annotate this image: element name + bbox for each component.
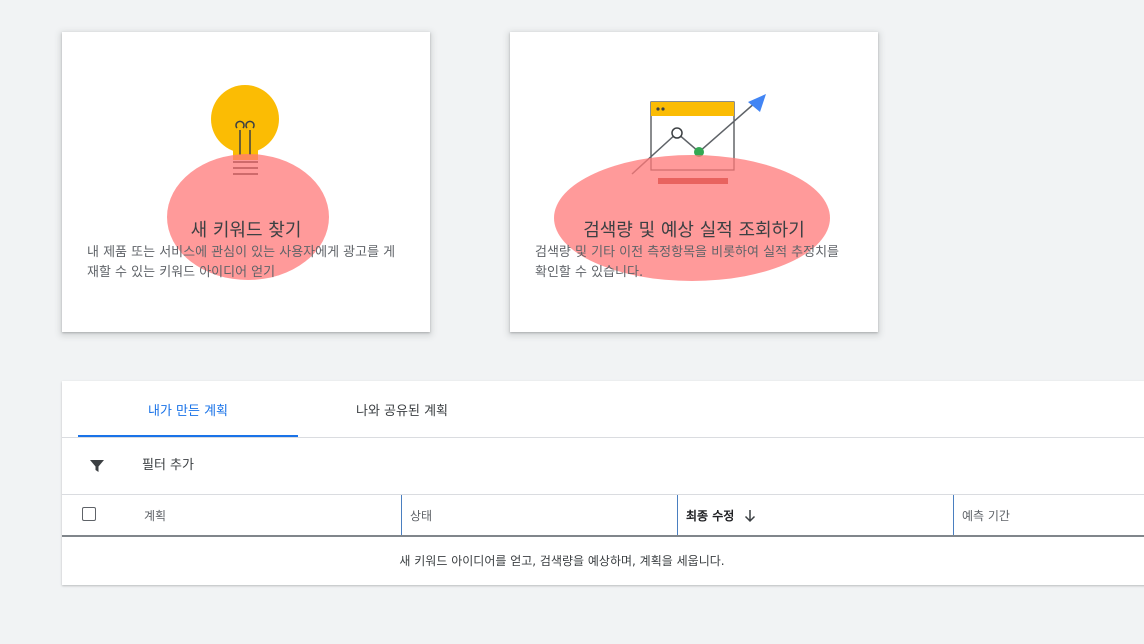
column-divider	[953, 495, 954, 535]
add-filter-button[interactable]: 필터 추가	[142, 438, 194, 494]
find-keywords-card[interactable]: 새 키워드 찾기 내 제품 또는 서비스에 관심이 있는 사용자에게 광고를 게…	[62, 32, 430, 332]
column-divider	[401, 495, 402, 535]
filter-bar: 필터 추가	[62, 438, 1144, 495]
column-forecast-period[interactable]: 예측 기간	[962, 495, 1010, 535]
column-status[interactable]: 상태	[410, 495, 432, 535]
table-header: 계획 상태 최종 수정 예측 기간	[62, 495, 1144, 537]
tab-my-plans[interactable]: 내가 만든 계획	[78, 381, 298, 437]
plans-panel: 내가 만든 계획 나와 공유된 계획 필터 추가 계획 상태 최종 수정 예측 …	[62, 381, 1144, 585]
empty-state-message: 새 키워드 아이디어를 얻고, 검색량을 예상하며, 계획을 세웁니다.	[399, 554, 725, 568]
filter-icon[interactable]	[89, 458, 105, 474]
card-description: 검색량 및 기타 이전 측정항목을 비롯하여 실적 추정치를 확인할 수 있습니…	[535, 245, 840, 280]
tab-shared-plans[interactable]: 나와 공유된 계획	[302, 381, 502, 437]
column-plan[interactable]: 계획	[144, 495, 166, 535]
card-description: 내 제품 또는 서비스에 관심이 있는 사용자에게 광고를 게재할 수 있는 키…	[87, 245, 396, 280]
arrow-down-icon[interactable]	[744, 509, 756, 523]
card-title: 새 키워드 찾기	[190, 220, 302, 241]
forecast-card[interactable]: 검색량 및 예상 실적 조회하기 검색량 및 기타 이전 측정항목을 비롯하여 …	[510, 32, 878, 332]
plans-tabs: 내가 만든 계획 나와 공유된 계획	[62, 381, 1144, 438]
select-all-checkbox[interactable]	[82, 507, 96, 521]
column-last-modified[interactable]: 최종 수정	[686, 495, 734, 535]
column-divider	[677, 495, 678, 535]
card-title: 검색량 및 예상 실적 조회하기	[583, 220, 805, 241]
